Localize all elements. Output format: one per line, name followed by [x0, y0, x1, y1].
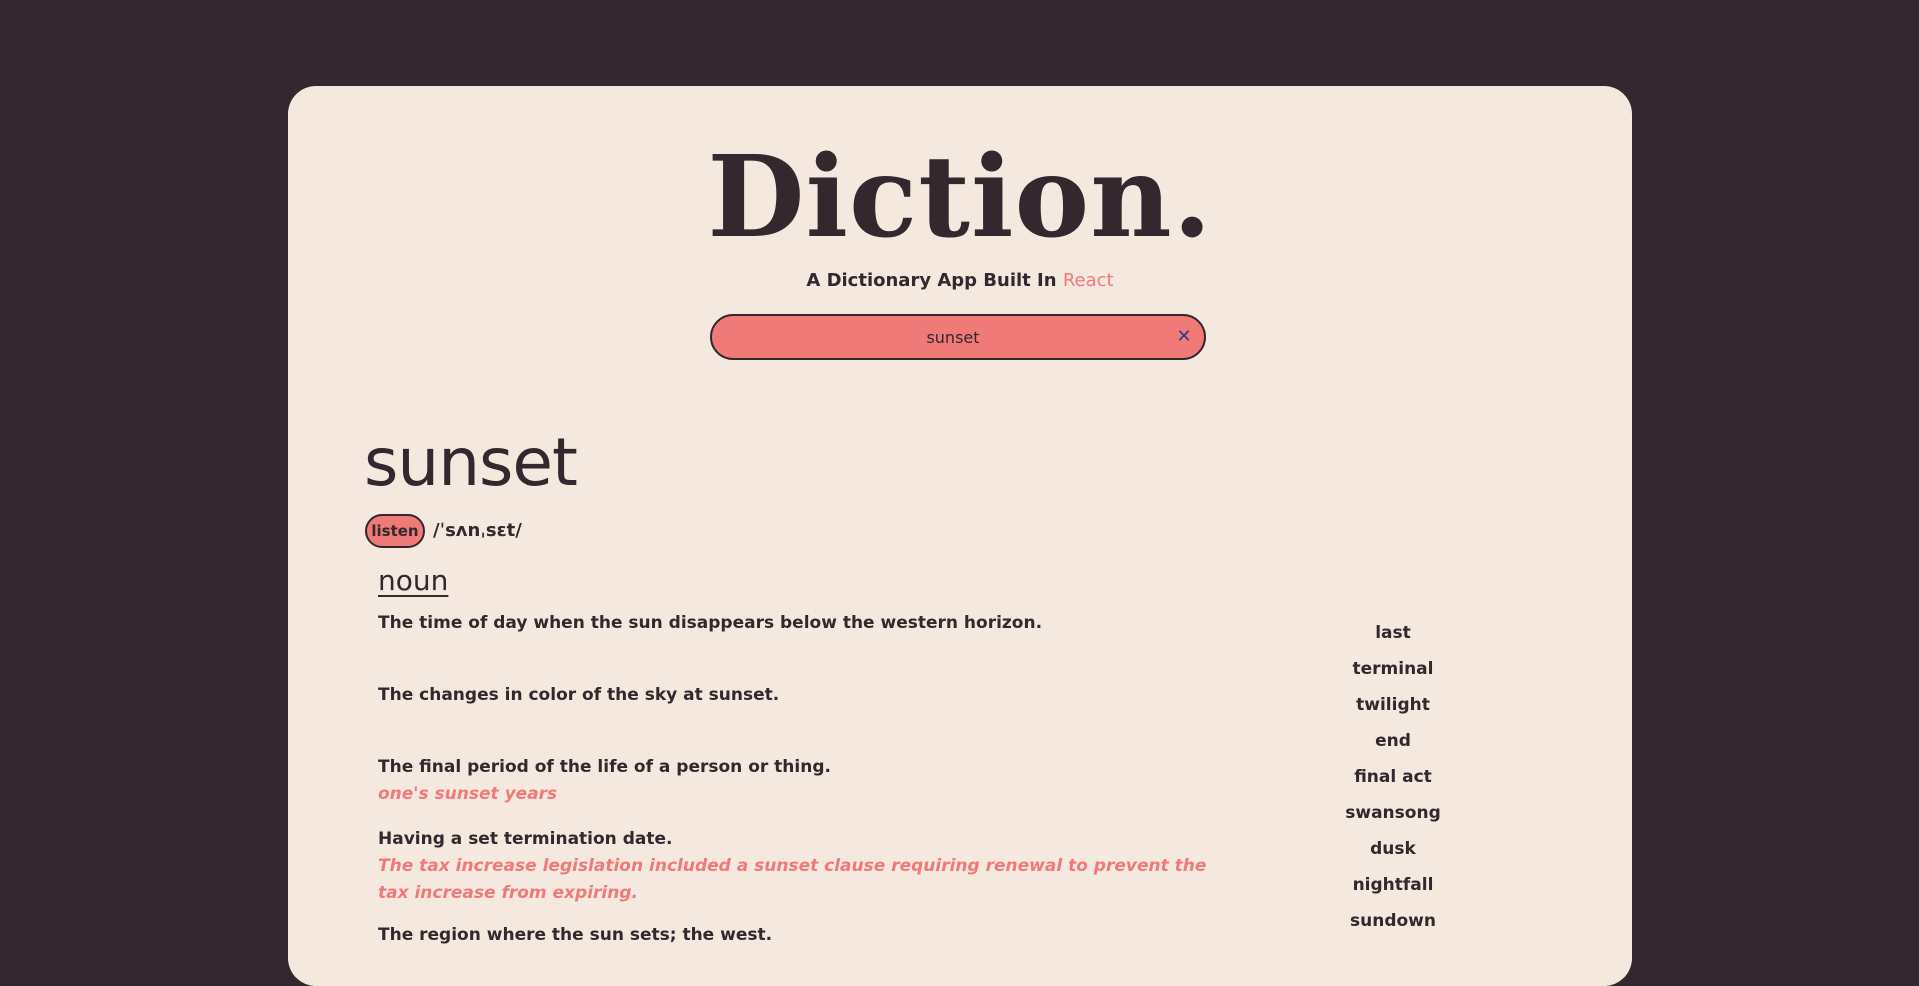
- definition-item: The final period of the life of a person…: [378, 754, 1238, 808]
- synonym-item[interactable]: dusk: [1328, 831, 1458, 867]
- definition-item: The time of day when the sun disappears …: [378, 610, 1238, 637]
- synonym-item[interactable]: twilight: [1328, 687, 1458, 723]
- synonym-item[interactable]: last: [1328, 615, 1458, 651]
- phonetic-text: /ˈsʌnˌsɛt/: [433, 520, 522, 541]
- listen-button[interactable]: listen: [365, 514, 425, 548]
- definition-text: The final period of the life of a person…: [378, 757, 831, 777]
- definition-example: The tax increase legislation included a …: [378, 856, 1207, 903]
- search-bar: ✕: [710, 314, 1206, 360]
- close-icon[interactable]: ✕: [1174, 327, 1194, 347]
- tagline-text: A Dictionary App Built In: [806, 270, 1057, 291]
- entry-word: sunset: [364, 424, 578, 501]
- definition-text: The region where the sun sets; the west.: [378, 925, 773, 945]
- dictionary-card: Diction. A Dictionary App Built In React…: [288, 86, 1632, 986]
- definition-text: The time of day when the sun disappears …: [378, 613, 1043, 633]
- definition-item: The region where the sun sets; the west.: [378, 922, 1238, 949]
- app-title: Diction.: [707, 132, 1213, 263]
- synonym-item[interactable]: end: [1328, 723, 1458, 759]
- definition-text: Having a set termination date.: [378, 829, 673, 849]
- synonym-item[interactable]: terminal: [1328, 651, 1458, 687]
- tagline-accent: React: [1062, 270, 1114, 291]
- synonym-item[interactable]: sundown: [1328, 903, 1458, 939]
- definition-item: Having a set termination date. The tax i…: [378, 826, 1238, 907]
- definition-example: one's sunset years: [378, 784, 558, 804]
- synonym-list: last terminal twilight end final act swa…: [1328, 615, 1458, 939]
- definition-text: The changes in color of the sky at sunse…: [378, 685, 780, 705]
- app-tagline: A Dictionary App Built In React: [288, 270, 1632, 291]
- synonym-item[interactable]: final act: [1328, 759, 1458, 795]
- part-of-speech: noun: [378, 564, 449, 597]
- definition-item: The changes in color of the sky at sunse…: [378, 682, 1238, 709]
- synonym-item[interactable]: nightfall: [1328, 867, 1458, 903]
- search-input[interactable]: [742, 316, 1164, 358]
- synonym-item[interactable]: swansong: [1328, 795, 1458, 831]
